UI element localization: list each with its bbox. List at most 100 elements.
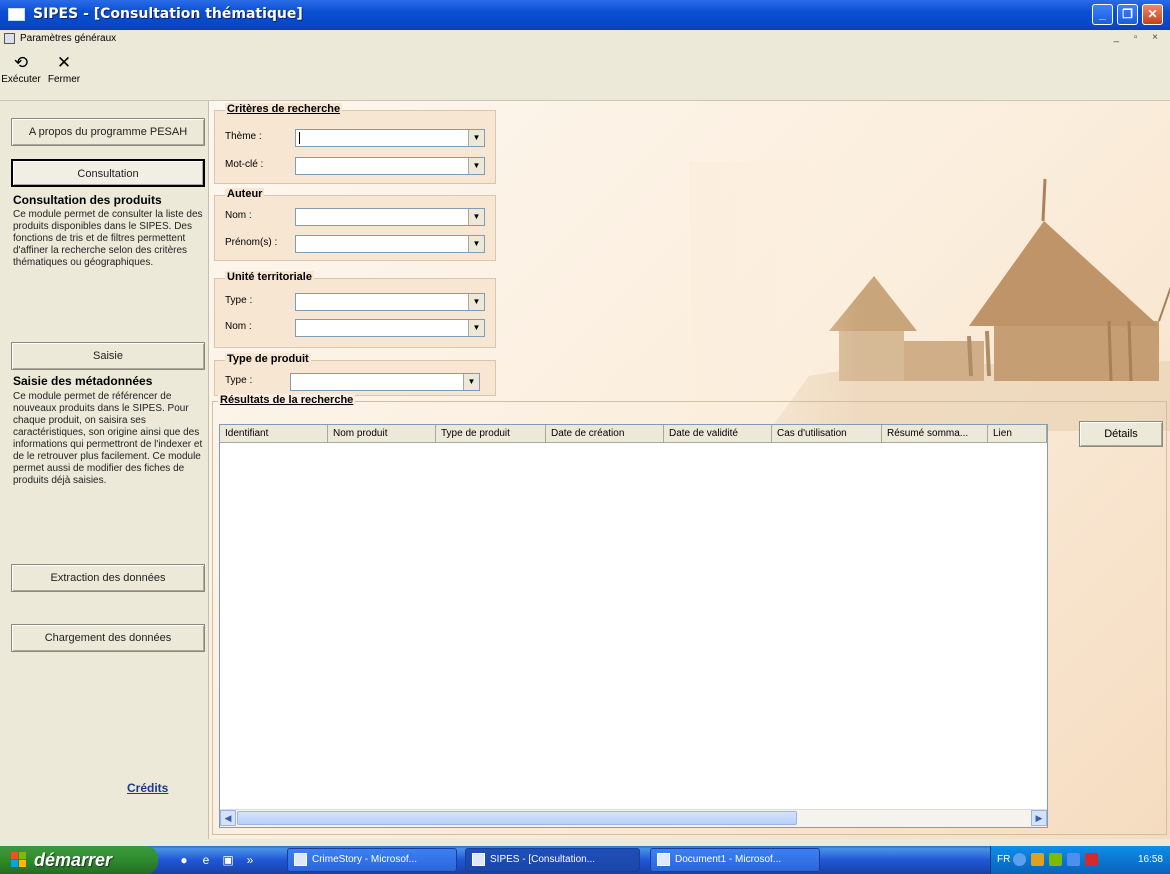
author-name-dropdown[interactable]: ▼ bbox=[295, 208, 485, 226]
unit-name-label: Nom : bbox=[225, 321, 252, 332]
language-indicator[interactable]: FR bbox=[997, 854, 1010, 865]
mdi-child-bar: Paramètres généraux _ ▫ × bbox=[0, 30, 1170, 48]
toolbar: ⟲ Exécuter ✕ Fermer bbox=[0, 48, 1170, 101]
clock: 16:58 bbox=[1137, 854, 1163, 865]
quicklaunch-ie-icon[interactable]: e bbox=[198, 852, 214, 868]
child-window-title: Paramètres généraux bbox=[20, 33, 117, 44]
extraction-button[interactable]: Extraction des données bbox=[11, 564, 205, 592]
chevron-down-icon[interactable]: ▼ bbox=[468, 320, 484, 336]
search-criteria-label: Critères de recherche bbox=[225, 103, 343, 115]
execute-label: Exécuter bbox=[1, 74, 41, 85]
saisie-title: Saisie des métadonnées bbox=[13, 374, 153, 388]
quicklaunch-browser-icon[interactable]: ● bbox=[176, 852, 192, 868]
column-header[interactable]: Cas d'utilisation bbox=[772, 425, 882, 443]
saisie-button[interactable]: Saisie bbox=[11, 342, 205, 370]
task-document1-label: Document1 - Microsof... bbox=[675, 854, 782, 865]
close-label: Fermer bbox=[47, 74, 81, 85]
saisie-description: Ce module permet de référencer de nouvea… bbox=[13, 391, 203, 486]
start-label: démarrer bbox=[34, 850, 113, 870]
scroll-right-icon[interactable]: ▶ bbox=[1031, 810, 1047, 826]
author-firstname-dropdown[interactable]: ▼ bbox=[295, 235, 485, 253]
taskbar: démarrer ● e ▣ » CrimeStory - Microsof..… bbox=[0, 846, 1170, 874]
scrollbar-thumb[interactable] bbox=[237, 811, 797, 825]
results-label: Résultats de la recherche bbox=[218, 394, 356, 406]
task-crimestory[interactable]: CrimeStory - Microsof... bbox=[287, 848, 457, 872]
column-header[interactable]: Date de création bbox=[546, 425, 664, 443]
product-type-dropdown[interactable]: ▼ bbox=[290, 373, 480, 391]
close-button[interactable]: ✕ Fermer bbox=[44, 53, 84, 86]
scroll-left-icon[interactable]: ◀ bbox=[220, 810, 236, 826]
column-header[interactable]: Identifiant bbox=[220, 425, 328, 443]
horizontal-scrollbar[interactable]: ◀ ▶ bbox=[220, 809, 1047, 827]
about-button[interactable]: A propos du programme PESAH bbox=[11, 118, 205, 146]
chevron-down-icon[interactable]: ▼ bbox=[468, 209, 484, 225]
chevron-down-icon[interactable]: ▼ bbox=[468, 294, 484, 310]
task-crimestory-label: CrimeStory - Microsof... bbox=[312, 854, 418, 865]
column-header[interactable]: Date de validité bbox=[664, 425, 772, 443]
main-content: Critères de recherche Thème : ▼ Mot-clé … bbox=[208, 101, 1170, 839]
app-icon bbox=[472, 853, 485, 866]
execute-button[interactable]: ⟲ Exécuter bbox=[1, 53, 41, 86]
author-group: Auteur Nom : ▼ Prénom(s) : ▼ bbox=[214, 188, 496, 261]
column-header[interactable]: Résumé somma... bbox=[882, 425, 988, 443]
column-header[interactable]: Type de produit bbox=[436, 425, 546, 443]
chevron-down-icon[interactable]: ▼ bbox=[468, 130, 484, 146]
chevron-down-icon[interactable]: ▼ bbox=[468, 236, 484, 252]
chevron-down-icon[interactable]: ▼ bbox=[468, 158, 484, 174]
product-type-label: Type de produit bbox=[225, 353, 311, 365]
product-type-field-label: Type : bbox=[225, 375, 253, 386]
tray-volume-icon[interactable] bbox=[1067, 853, 1080, 866]
results-header-row: Identifiant Nom produit Type de produit Dat… bbox=[220, 425, 1047, 443]
village-illustration bbox=[689, 161, 1170, 431]
tray-antivirus-icon[interactable] bbox=[1031, 853, 1044, 866]
unit-type-label: Type : bbox=[225, 295, 253, 306]
chevron-down-icon[interactable]: ▼ bbox=[463, 374, 479, 390]
author-firstname-label: Prénom(s) : bbox=[225, 237, 278, 248]
title-bar[interactable]: SIPES - [Consultation thématique] _ ❐ ✕ bbox=[0, 0, 1170, 30]
start-button[interactable]: démarrer bbox=[0, 846, 158, 874]
consultation-button[interactable]: Consultation bbox=[11, 159, 205, 187]
consultation-title: Consultation des produits bbox=[13, 193, 162, 207]
results-group: Résultats de la recherche Identifiant Nom… bbox=[212, 394, 1167, 835]
credits-link[interactable]: Crédits bbox=[127, 781, 168, 795]
unit-name-dropdown[interactable]: ▼ bbox=[295, 319, 485, 337]
tray-kaspersky-icon[interactable] bbox=[1085, 853, 1098, 866]
territorial-unit-group: Unité territoriale Type : ▼ Nom : ▼ bbox=[214, 271, 496, 348]
chargement-button[interactable]: Chargement des données bbox=[11, 624, 205, 652]
left-panel: A propos du programme PESAH Consultation… bbox=[0, 101, 208, 839]
details-button[interactable]: Détails bbox=[1079, 421, 1163, 447]
column-header[interactable]: Lien bbox=[988, 425, 1047, 443]
task-sipes[interactable]: SIPES - [Consultation... bbox=[465, 848, 640, 872]
system-tray: FR 16:58 bbox=[990, 846, 1170, 874]
minimize-button[interactable]: _ bbox=[1092, 4, 1113, 25]
tray-network-icon[interactable] bbox=[1049, 853, 1062, 866]
search-criteria-group: Critères de recherche Thème : ▼ Mot-clé … bbox=[214, 103, 496, 184]
motcle-dropdown[interactable]: ▼ bbox=[295, 157, 485, 175]
execute-icon: ⟲ bbox=[13, 53, 29, 72]
author-label: Auteur bbox=[225, 188, 265, 200]
task-sipes-label: SIPES - [Consultation... bbox=[490, 854, 596, 865]
text-cursor bbox=[299, 132, 300, 144]
unit-type-dropdown[interactable]: ▼ bbox=[295, 293, 485, 311]
consultation-description: Ce module permet de consulter la liste d… bbox=[13, 209, 203, 268]
theme-label: Thème : bbox=[225, 131, 262, 142]
quicklaunch-more-icon[interactable]: » bbox=[242, 852, 258, 868]
app-icon bbox=[8, 8, 25, 21]
close-window-button[interactable]: ✕ bbox=[1142, 4, 1163, 25]
theme-dropdown[interactable]: ▼ bbox=[295, 129, 485, 147]
child-window-controls[interactable]: _ ▫ × bbox=[1113, 32, 1164, 43]
tray-arrow-icon[interactable] bbox=[1013, 853, 1026, 866]
results-table[interactable]: Identifiant Nom produit Type de produit Dat… bbox=[219, 424, 1048, 828]
close-icon: ✕ bbox=[56, 53, 72, 72]
product-type-group: Type de produit Type : ▼ bbox=[214, 353, 496, 396]
child-window-icon bbox=[4, 33, 15, 44]
quicklaunch-desktop-icon[interactable]: ▣ bbox=[220, 852, 236, 868]
task-document1[interactable]: Document1 - Microsof... bbox=[650, 848, 820, 872]
motcle-label: Mot-clé : bbox=[225, 159, 264, 170]
maximize-button[interactable]: ❐ bbox=[1117, 4, 1138, 25]
word-icon bbox=[657, 853, 670, 866]
windows-logo-icon bbox=[11, 852, 26, 867]
column-header[interactable]: Nom produit bbox=[328, 425, 436, 443]
territorial-unit-label: Unité territoriale bbox=[225, 271, 314, 283]
author-name-label: Nom : bbox=[225, 210, 252, 221]
